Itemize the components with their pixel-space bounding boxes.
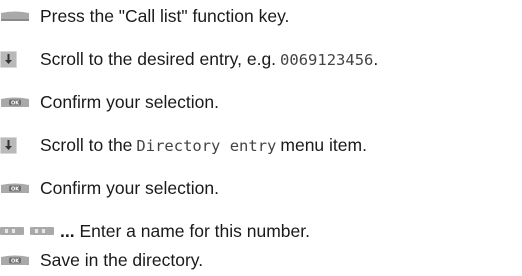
step-7: OK Save in the directory.: [0, 246, 203, 274]
step-1: Press the "Call list" function key.: [0, 2, 289, 30]
svg-text:OK: OK: [11, 259, 20, 265]
ok-key-icon: OK: [0, 96, 40, 108]
step-2: Scroll to the desired entry, e.g. 006912…: [0, 45, 378, 73]
step-5: OK Confirm your selection.: [0, 174, 219, 202]
step-3-text: Confirm your selection.: [40, 91, 219, 112]
step-4: Scroll to the Directory entry menu item.: [0, 131, 367, 159]
scroll-down-icon: [0, 50, 40, 68]
ok-key-icon: OK: [0, 254, 40, 266]
ok-key-icon: OK: [0, 182, 40, 194]
step-7-text: Save in the directory.: [40, 249, 204, 270]
step-6: ... Enter a name for this number.: [0, 217, 310, 245]
step-6-text: ... Enter a name for this number.: [60, 220, 310, 241]
svg-text:OK: OK: [11, 187, 20, 193]
function-key-icon: [0, 10, 40, 22]
svg-text:OK: OK: [11, 101, 20, 107]
example-number: 0069123456: [280, 50, 374, 69]
menu-item-name: Directory entry: [136, 136, 277, 155]
step-1-text: Press the "Call list" function key.: [40, 5, 290, 26]
digit-keys-icon: [0, 226, 60, 236]
step-3: OK Confirm your selection.: [0, 88, 219, 116]
ellipsis: ...: [60, 220, 75, 241]
step-2-text: Scroll to the desired entry, e.g. 006912…: [40, 48, 379, 69]
scroll-down-icon: [0, 136, 40, 154]
step-4-text: Scroll to the Directory entry menu item.: [40, 134, 367, 155]
step-5-text: Confirm your selection.: [40, 177, 219, 198]
